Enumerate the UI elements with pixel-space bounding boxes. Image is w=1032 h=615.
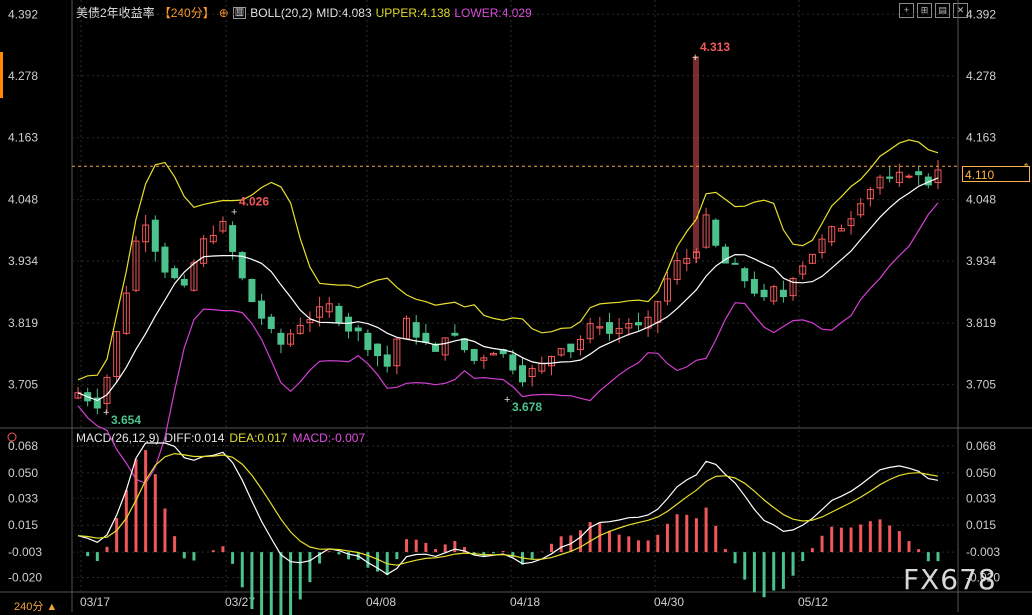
price-tick-left: 4.048 bbox=[8, 193, 38, 207]
price-tick-left: 3.819 bbox=[8, 316, 38, 330]
time-tick-label: 03/17 bbox=[80, 595, 110, 609]
period-selector[interactable]: 240分 ▲ bbox=[14, 598, 57, 614]
price-tick-right: 3.705 bbox=[966, 378, 996, 392]
price-tick-right: 4.163 bbox=[966, 131, 996, 145]
candle-body bbox=[605, 322, 613, 334]
candle-body bbox=[354, 327, 362, 332]
macd-tick-right: 0.015 bbox=[966, 518, 996, 532]
candle-body bbox=[634, 322, 642, 326]
annotation-marker: + bbox=[692, 52, 698, 64]
candle-body bbox=[335, 305, 343, 323]
price-tick-right: 3.819 bbox=[966, 316, 996, 330]
candle-body bbox=[161, 246, 169, 273]
price-tick-left: 4.278 bbox=[8, 69, 38, 83]
watermark: FX678 bbox=[903, 563, 997, 596]
candle-body bbox=[180, 278, 188, 286]
macd-tick-right: 0.050 bbox=[966, 466, 996, 480]
annotation-label: 3.678 bbox=[512, 400, 542, 414]
time-tick-label: 04/18 bbox=[510, 595, 540, 609]
macd-tick-left: -0.003 bbox=[8, 545, 42, 559]
annotation-marker: + bbox=[231, 207, 237, 219]
macd-tick-left: 0.015 bbox=[8, 518, 38, 532]
candle-body bbox=[915, 171, 923, 176]
price-tick-right: 4.278 bbox=[966, 69, 996, 83]
macd-dea-line bbox=[77, 452, 939, 566]
price-tick-left: 4.392 bbox=[8, 7, 38, 21]
candle-body bbox=[171, 268, 179, 279]
price-tick-left: 3.934 bbox=[8, 254, 38, 268]
price-tick-left: 3.705 bbox=[8, 378, 38, 392]
candle-body bbox=[451, 332, 459, 336]
macd-tick-right: 0.068 bbox=[966, 439, 996, 453]
annotation-label: 3.654 bbox=[111, 413, 141, 427]
macd-tick-left: 0.050 bbox=[8, 466, 38, 480]
candle-body bbox=[731, 262, 739, 265]
candle-body bbox=[364, 332, 372, 350]
candle-body bbox=[712, 219, 720, 246]
macd-tick-left: -0.020 bbox=[8, 571, 42, 585]
macd-tick-left: 0.033 bbox=[8, 491, 38, 505]
candle-body bbox=[345, 316, 353, 332]
candle-body bbox=[470, 349, 478, 361]
candle-body bbox=[741, 268, 749, 282]
current-price-tag: 4.110 bbox=[962, 166, 1030, 182]
candle-body bbox=[779, 289, 787, 298]
candle-body bbox=[277, 332, 285, 345]
candle-body bbox=[374, 343, 382, 357]
price-tick-right: 3.934 bbox=[966, 254, 996, 268]
candle-body bbox=[905, 175, 913, 178]
time-tick-label: 04/08 bbox=[366, 595, 396, 609]
annotation-marker: + bbox=[504, 394, 510, 406]
candle-body bbox=[258, 300, 266, 319]
candle-body bbox=[750, 278, 758, 294]
candle-body bbox=[229, 225, 237, 252]
annotation-label: 4.313 bbox=[700, 40, 730, 54]
candle-body bbox=[151, 219, 159, 252]
macd-tick-right: 0.033 bbox=[966, 491, 996, 505]
candle-body bbox=[248, 278, 256, 303]
stock-chart[interactable]: 4.392 4.392 4.278 4.278 4.163 4.163 4.048 4.048… bbox=[0, 0, 1032, 615]
candle-body bbox=[760, 289, 768, 298]
candle-body bbox=[383, 354, 391, 367]
candle-body bbox=[461, 338, 469, 351]
candle-body bbox=[518, 365, 526, 383]
annotation-label: 4.026 bbox=[239, 195, 269, 209]
macd-tick-right: -0.003 bbox=[966, 545, 1000, 559]
annotation-marker: + bbox=[103, 407, 109, 419]
time-tick-label: 05/12 bbox=[798, 595, 828, 609]
candle-body bbox=[567, 343, 575, 353]
price-tick-right: 4.392 bbox=[966, 7, 996, 21]
time-tick-label: 04/30 bbox=[654, 595, 684, 609]
candle-body bbox=[267, 316, 275, 329]
period-label: 240分 bbox=[14, 601, 44, 613]
boll-mid-line bbox=[77, 177, 939, 402]
price-tick-left: 4.163 bbox=[8, 131, 38, 145]
candle-body bbox=[509, 354, 517, 371]
price-tick-right: 4.048 bbox=[966, 193, 996, 207]
candle-body bbox=[412, 322, 420, 338]
candle-body bbox=[886, 176, 894, 179]
candle-body bbox=[422, 332, 430, 343]
